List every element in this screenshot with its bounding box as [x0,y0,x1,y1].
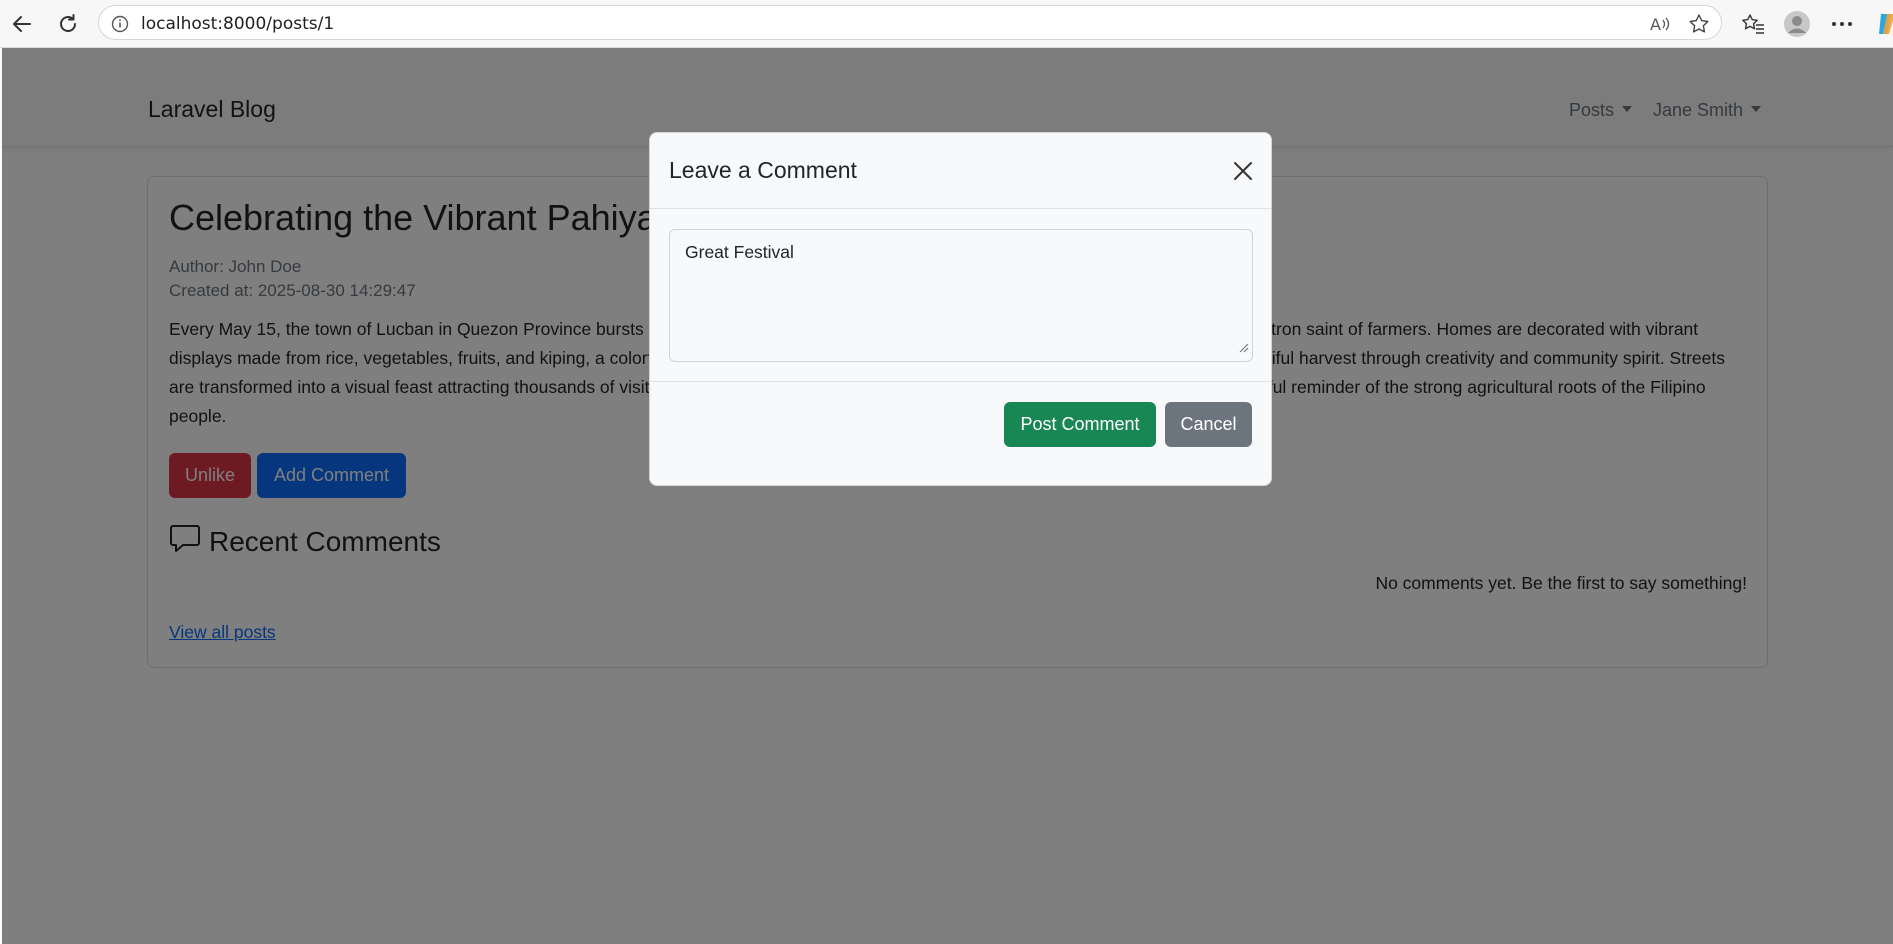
resize-handle-icon[interactable] [1239,337,1249,358]
close-icon[interactable] [1229,157,1257,185]
post-comment-button[interactable]: Post Comment [1004,402,1156,447]
modal-header: Leave a Comment [650,133,1271,209]
back-icon[interactable] [6,8,38,40]
svg-text:A: A [1650,15,1661,34]
read-aloud-icon[interactable]: A [1647,11,1673,37]
info-icon[interactable] [107,11,133,37]
modal-title: Leave a Comment [669,157,857,183]
profile-avatar-icon[interactable] [1782,9,1812,39]
comment-text: Great Festival [685,242,794,262]
comment-textarea[interactable]: Great Festival [669,229,1253,362]
address-bar[interactable]: localhost:8000/posts/1 A [98,5,1722,40]
browser-toolbar: localhost:8000/posts/1 A [0,0,1893,48]
reload-icon[interactable] [52,8,84,40]
cancel-button[interactable]: Cancel [1165,402,1252,447]
more-options-icon[interactable] [1827,9,1857,39]
copilot-icon[interactable] [1872,9,1893,39]
favorites-icon[interactable] [1738,9,1768,39]
modal-footer: Post Comment Cancel [650,381,1271,485]
favorite-star-icon[interactable] [1686,11,1712,37]
comment-modal: Leave a Comment Great Festival Post Comm… [649,132,1272,486]
url-text[interactable]: localhost:8000/posts/1 [141,14,334,34]
modal-backdrop[interactable]: Leave a Comment Great Festival Post Comm… [2,48,1893,944]
